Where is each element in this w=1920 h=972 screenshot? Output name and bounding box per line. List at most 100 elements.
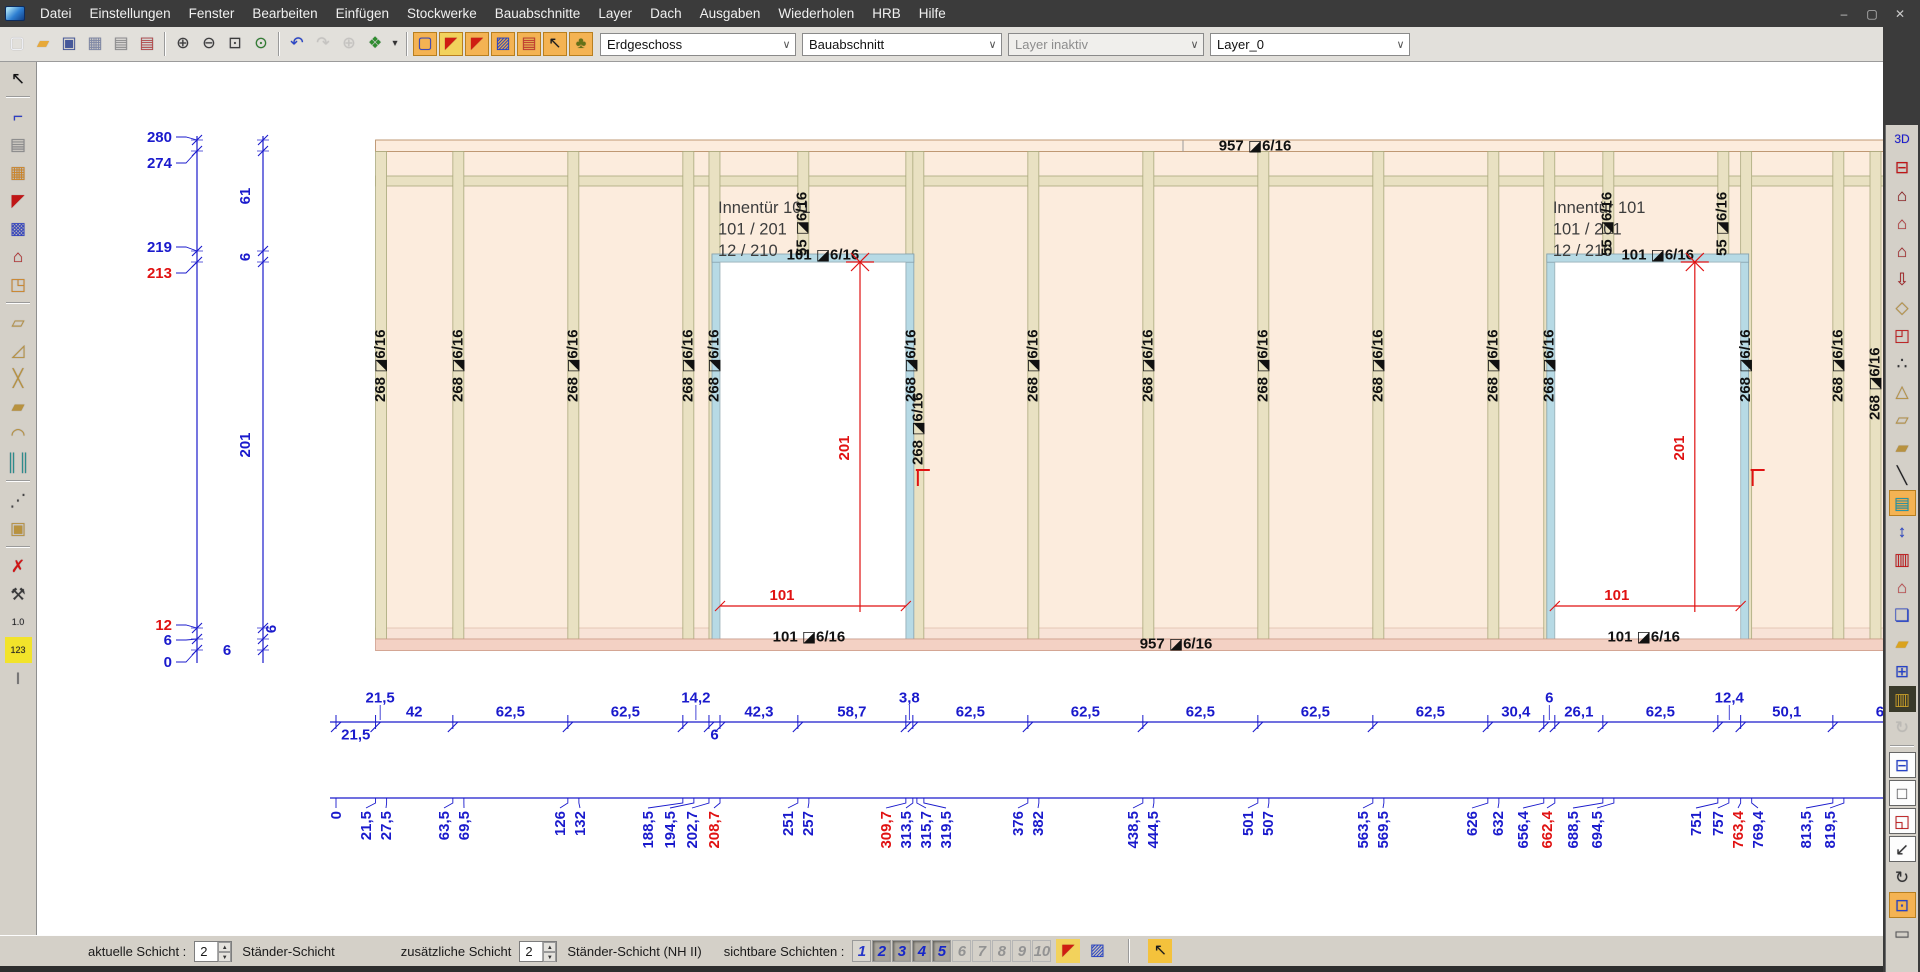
import-folder-icon[interactable]: ▰ (1889, 630, 1916, 656)
menu-item-hrb[interactable]: HRB (863, 1, 910, 26)
layer-visible-button-3[interactable]: 3 (892, 940, 911, 962)
corner-detail-icon[interactable]: ◱ (1889, 808, 1916, 834)
current-layer-spinner[interactable]: 2 ▲ ▼ (194, 941, 232, 962)
hidden-partial-icon[interactable]: ▭ (1889, 920, 1916, 946)
zoom-out-icon[interactable]: ⊖ (197, 32, 221, 56)
layer-visible-button-1[interactable]: 1 (852, 940, 871, 962)
spin-down-icon[interactable]: ▼ (218, 952, 231, 962)
menu-item-bauabschnitte[interactable]: Bauabschnitte (486, 1, 590, 26)
save-icon[interactable]: ▣ (57, 32, 81, 56)
corner-tool-icon[interactable]: ◤ (5, 187, 32, 213)
node-edit-icon[interactable]: ⊡ (1889, 892, 1916, 918)
open-file-icon[interactable]: ▰ (31, 32, 55, 56)
menu-item-stockwerke[interactable]: Stockwerke (398, 1, 486, 26)
house-tool-icon[interactable]: ⌂ (5, 243, 32, 269)
beam-cross-icon[interactable]: ╳ (5, 365, 32, 391)
house-plan-icon[interactable]: ⇩ (1889, 266, 1916, 292)
frame-edit-icon[interactable]: ◳ (5, 271, 32, 297)
squared-timber-icon[interactable]: ▰ (1889, 434, 1916, 460)
menu-item-datei[interactable]: Datei (31, 1, 81, 26)
plank-profile-icon[interactable]: ▱ (5, 309, 32, 335)
spin-up-icon[interactable]: ▲ (218, 942, 231, 952)
spin-down-icon[interactable]: ▼ (543, 952, 556, 962)
hatch-blue-icon[interactable]: ▨ (491, 32, 515, 56)
minimize-button[interactable]: – (1830, 5, 1858, 23)
roof-frame-icon[interactable]: ◇ (1889, 294, 1916, 320)
steel-beam-icon[interactable]: I (5, 665, 32, 691)
delete-icon[interactable]: ✗ (5, 553, 32, 579)
chevron-down-icon[interactable]: ∨ (778, 38, 795, 51)
stud-wall-icon[interactable]: ║║ (5, 449, 32, 475)
chevron-down-icon[interactable]: ∨ (1186, 38, 1203, 51)
house-section-right-icon[interactable]: ⌂ (1889, 210, 1916, 236)
plank-stack-icon[interactable]: ▥ (1889, 686, 1916, 712)
rotate-3d-icon[interactable]: ↻ (1889, 714, 1916, 740)
new-document-icon[interactable]: ▢ (5, 32, 29, 56)
print-icon[interactable]: ▤ (109, 32, 133, 56)
chevron-down-icon[interactable]: ∨ (984, 38, 1001, 51)
toolbox-icon[interactable]: ▣ (5, 515, 32, 541)
measure-select-icon[interactable]: ↖ (1148, 939, 1172, 963)
fill-region-alt-icon[interactable]: ◤ (465, 32, 489, 56)
detail-window-icon[interactable]: ◰ (1889, 322, 1916, 348)
menu-item-bearbeiten[interactable]: Bearbeiten (243, 1, 326, 26)
fill-region-icon[interactable]: ◤ (1056, 939, 1080, 963)
view-3d-icon[interactable]: 3D (1889, 126, 1916, 152)
menu-item-einfügen[interactable]: Einfügen (327, 1, 398, 26)
dimension-scale-icon[interactable]: 1.0 (5, 609, 32, 635)
section-model-icon[interactable]: ⊟ (1889, 154, 1916, 180)
tools-icon[interactable]: ⚒ (5, 581, 32, 607)
layer-visible-button-5[interactable]: 5 (932, 940, 951, 962)
rotate-view-icon[interactable]: ↻ (1889, 864, 1916, 890)
zoom-all-icon[interactable]: ⊙ (249, 32, 273, 56)
view-3d-cube-icon[interactable]: ❖ (363, 32, 387, 56)
layer-select[interactable]: Layer_0∨ (1210, 33, 1410, 56)
house-view-icon[interactable]: ⌂ (1889, 238, 1916, 264)
hatch-blue-icon[interactable]: ▨ (1085, 939, 1109, 963)
fittings-icon[interactable]: ∴ (1889, 350, 1916, 376)
view-3d-caret-icon[interactable]: ▾ (389, 32, 401, 56)
drawing-canvas[interactable]: 957 ◪6/16957 ◪6/16101 ◪6/16101 ◪6/16Inne… (37, 62, 1883, 935)
layer-visible-button-4[interactable]: 4 (912, 940, 931, 962)
ruler-123-icon[interactable]: 123 (5, 637, 32, 663)
board-outline-icon[interactable]: ▱ (1889, 406, 1916, 432)
menu-item-wiederholen[interactable]: Wiederholen (769, 1, 863, 26)
fill-region-icon[interactable]: ◤ (439, 32, 463, 56)
height-dim-icon[interactable]: ↕ (1889, 518, 1916, 544)
truss-icon[interactable]: △ (1889, 378, 1916, 404)
wall-layers-icon[interactable]: ▤ (1889, 490, 1916, 516)
house-section-left-icon[interactable]: ⌂ (1889, 182, 1916, 208)
redo-icon[interactable]: ↷ (311, 32, 335, 56)
print-marked-icon[interactable]: ▤ (135, 32, 159, 56)
roof-plane-icon[interactable]: ◿ (5, 337, 32, 363)
center-view-icon[interactable]: ⊕ (337, 32, 361, 56)
save-copy-icon[interactable]: ▦ (83, 32, 107, 56)
building-section-select[interactable]: Bauabschnitt∨ (802, 33, 1002, 56)
line-tool-icon[interactable]: ╲ (1889, 462, 1916, 488)
additional-layer-spinner[interactable]: 2 ▲ ▼ (519, 941, 557, 962)
zoom-in-icon[interactable]: ⊕ (171, 32, 195, 56)
menu-item-fenster[interactable]: Fenster (180, 1, 244, 26)
hatch-red-icon[interactable]: ▤ (517, 32, 541, 56)
window-tool-icon[interactable]: ▦ (5, 159, 32, 185)
layers-stack-icon[interactable]: ▤ (5, 131, 32, 157)
pointer-icon[interactable]: ↖ (543, 32, 567, 56)
zoom-window-icon[interactable]: ⊡ (223, 32, 247, 56)
menu-item-hilfe[interactable]: Hilfe (910, 1, 955, 26)
menu-item-einstellungen[interactable]: Einstellungen (81, 1, 180, 26)
dashed-line-icon[interactable]: ⋰ (5, 487, 32, 513)
spin-up-icon[interactable]: ▲ (543, 942, 556, 952)
select-cursor-icon[interactable]: ↖ (5, 65, 32, 91)
marked-region-icon[interactable]: ▩ (5, 215, 32, 241)
wood-block-icon[interactable]: ▰ (5, 393, 32, 419)
menu-item-ausgaben[interactable]: Ausgaben (691, 1, 770, 26)
arch-tool-icon[interactable]: ◠ (5, 421, 32, 447)
layer-settings-icon[interactable]: ⊟ (1889, 752, 1916, 778)
layer-visible-button-2[interactable]: 2 (872, 940, 891, 962)
wall-elevation-drawing[interactable]: 957 ◪6/16957 ◪6/16101 ◪6/16101 ◪6/16Inne… (37, 62, 1883, 935)
zoom-previous-icon[interactable]: ↙ (1889, 836, 1916, 862)
part-list-icon[interactable]: ⊞ (1889, 658, 1916, 684)
maximize-button[interactable]: ▢ (1858, 5, 1886, 23)
chevron-down-icon[interactable]: ∨ (1392, 38, 1409, 51)
undo-icon[interactable]: ↶ (285, 32, 309, 56)
